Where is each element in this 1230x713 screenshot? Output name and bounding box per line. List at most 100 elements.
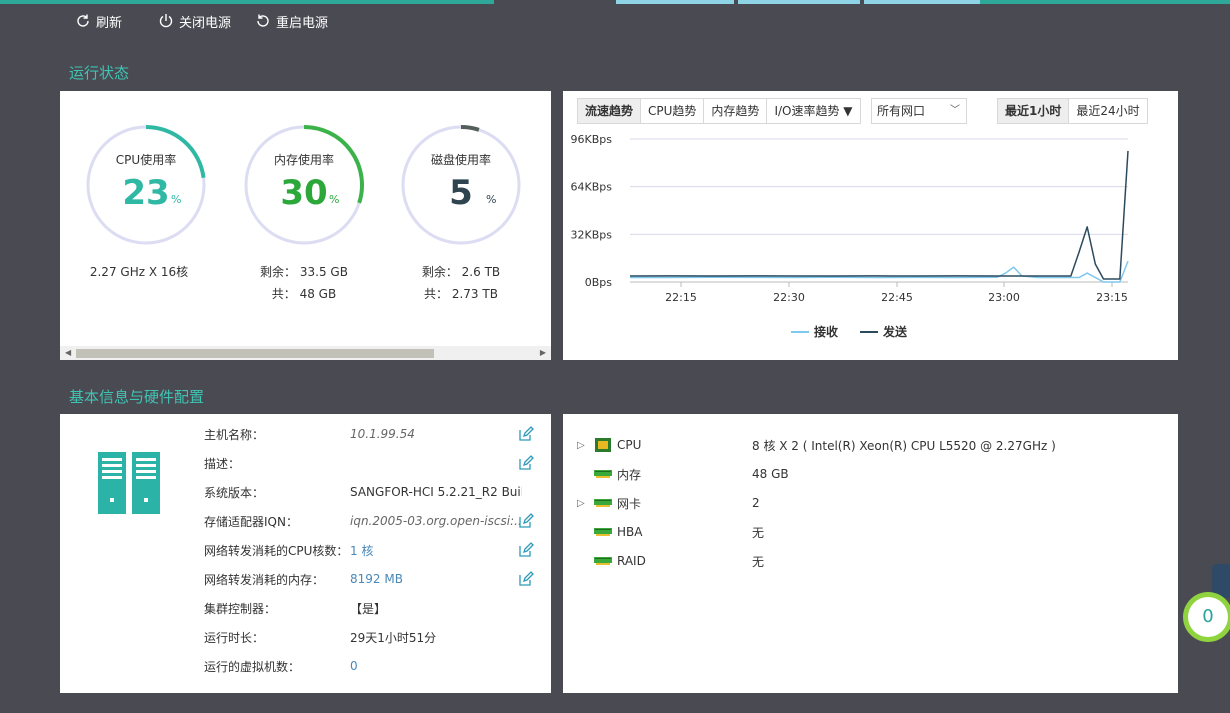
hardware-row: HBA 无 [577, 522, 764, 542]
chart-legend: 接收 发送 [791, 323, 907, 340]
info-value: 0 [350, 659, 358, 673]
edit-icon[interactable] [518, 571, 534, 587]
host-info-panel: 主机名称： 10.1.99.54 描述： 系统版本： SANGFOR-HCI 5.2.2… [60, 414, 551, 693]
traffic-line-chart: 96KBps 64KBps 32KBps 0Bps 22:15 22:30 22:45 23:… [571, 133, 1129, 304]
hardware-value: 8 核 X 2 ( Intel(R) Xeon(R) CPU L5520 @ 2… [752, 438, 1056, 453]
info-value: 29天1小时51分 [350, 630, 437, 645]
hba-card-icon [594, 528, 612, 536]
scroll-left-arrow-icon[interactable]: ◀ [65, 348, 71, 357]
cpu-chip-icon [595, 438, 611, 452]
scroll-right-arrow-icon[interactable]: ▶ [540, 348, 546, 357]
hardware-value: 2 [752, 496, 760, 510]
legend-receive-label: 接收 [814, 325, 839, 339]
legend-receive[interactable]: 接收 [791, 323, 838, 340]
expand-arrow-icon[interactable]: ▷ [577, 440, 593, 451]
gauges-horizontal-scrollbar[interactable]: ◀ ▶ [60, 346, 551, 360]
info-row: 存储适配器IQN： iqn.2005-03.org.open-iscsi:... [204, 511, 522, 531]
info-label: 网络转发消耗的内存： [204, 572, 325, 587]
info-row: 主机名称： 10.1.99.54 [204, 424, 522, 444]
disk-gauge-value: 5 [449, 173, 473, 213]
power-icon [159, 14, 173, 28]
hardware-value: 48 GB [752, 467, 789, 481]
hardware-panel: ▷ CPU 8 核 X 2 ( Intel(R) Xeon(R) CPU L5520… [563, 414, 1178, 693]
hardware-row[interactable]: ▷ CPU 8 核 X 2 ( Intel(R) Xeon(R) CPU L5520… [577, 435, 1056, 455]
info-value: 【是】 [350, 601, 387, 616]
x-tick-label: 22:30 [773, 291, 805, 304]
y-tick-label: 0Bps [585, 276, 613, 289]
disk-gauge-arc [460, 125, 480, 132]
memory-module-icon [594, 470, 612, 478]
info-row: 网络转发消耗的CPU核数： 1 核 [204, 540, 522, 560]
task-count: 0 [1188, 597, 1228, 637]
floating-task-badge[interactable]: 0 [1183, 592, 1230, 642]
info-label: 系统版本： [204, 485, 265, 500]
disk-gauge-unit: % [486, 193, 497, 206]
memory-gauge: 内存使用率 30 % [242, 123, 366, 247]
refresh-label: 刷新 [96, 15, 123, 31]
info-row: 系统版本： SANGFOR-HCI 5.2.21_R2 Build20... [204, 482, 522, 502]
cpu-gauge-value: 23 [122, 173, 170, 213]
info-value: 10.1.99.54 [350, 427, 415, 441]
memory-gauge-label: 内存使用率 [273, 153, 334, 167]
hardware-row: 内存 48 GB [577, 464, 789, 484]
info-label: 运行时长： [204, 630, 265, 645]
info-value: iqn.2005-03.org.open-iscsi:... [350, 514, 522, 528]
status-section-title: 运行状态 [69, 64, 130, 82]
restart-button[interactable]: 重启电源 [255, 10, 328, 32]
hardware-name: 网卡 [617, 496, 642, 511]
disk-remaining: 剩余： 2.6 TB [421, 265, 501, 279]
cpu-gauge: CPU使用率 23 % [84, 123, 208, 247]
hardware-value: 无 [752, 554, 765, 569]
edit-icon[interactable] [518, 455, 534, 471]
cpu-gauge-label: CPU使用率 [115, 153, 177, 167]
info-label: 存储适配器IQN： [204, 514, 298, 529]
receive-series-line [630, 260, 1129, 283]
legend-send[interactable]: 发送 [860, 323, 907, 340]
edit-icon[interactable] [518, 426, 534, 442]
info-section-title: 基本信息与硬件配置 [69, 388, 205, 406]
legend-send-swatch [860, 330, 879, 333]
expand-arrow-icon[interactable]: ▷ [577, 498, 593, 509]
memory-gauge-value: 30 [280, 173, 328, 213]
memory-total: 共： 48 GB [271, 287, 337, 301]
x-tick-label: 22:15 [665, 291, 697, 304]
power-off-button[interactable]: 关闭电源 [158, 10, 231, 32]
disk-gauge-label: 磁盘使用率 [430, 153, 491, 167]
info-row: 运行的虚拟机数： 0 [204, 656, 522, 676]
edit-icon[interactable] [518, 542, 534, 558]
gauges-panel: CPU使用率 23 % 2.27 GHz X 16核 内存使用率 30 % 剩余… [60, 91, 551, 360]
send-series-line [629, 150, 1129, 280]
hardware-name: CPU [617, 438, 642, 452]
restart-icon [257, 14, 269, 27]
refresh-button[interactable]: 刷新 [75, 10, 122, 32]
legend-receive-swatch [791, 330, 809, 333]
disk-total: 共： 2.73 TB [424, 287, 498, 301]
raid-card-icon [594, 557, 612, 565]
top-tab-strip [0, 0, 1230, 4]
y-tick-label: 32KBps [571, 228, 613, 241]
info-label: 描述： [204, 456, 241, 471]
hardware-value: 无 [752, 525, 765, 540]
info-label: 主机名称： [204, 427, 265, 442]
hardware-name: 内存 [617, 467, 642, 482]
network-card-icon [594, 499, 612, 507]
cpu-gauge-unit: % [171, 193, 182, 206]
info-label: 运行的虚拟机数： [204, 659, 301, 674]
y-tick-label: 96KBps [571, 133, 613, 146]
info-value: 8192 MB [350, 572, 403, 586]
disk-gauge: 磁盘使用率 5 % [399, 123, 523, 247]
power-off-label: 关闭电源 [179, 15, 232, 31]
legend-send-label: 发送 [883, 325, 908, 339]
cpu-freq-info: 2.27 GHz X 16核 [89, 265, 189, 279]
x-tick-label: 22:45 [881, 291, 913, 304]
info-row: 运行时长： 29天1小时51分 [204, 627, 522, 647]
hardware-row[interactable]: ▷ 网卡 2 [577, 493, 760, 513]
edit-icon[interactable] [518, 513, 534, 529]
hardware-name: HBA [617, 525, 643, 539]
scrollbar-thumb[interactable] [76, 349, 434, 358]
refresh-icon [77, 14, 89, 27]
hardware-name: RAID [617, 554, 646, 568]
info-label: 集群控制器： [204, 601, 277, 616]
toolbar: 刷新 关闭电源 重启电源 [75, 10, 352, 32]
restart-label: 重启电源 [276, 15, 329, 31]
